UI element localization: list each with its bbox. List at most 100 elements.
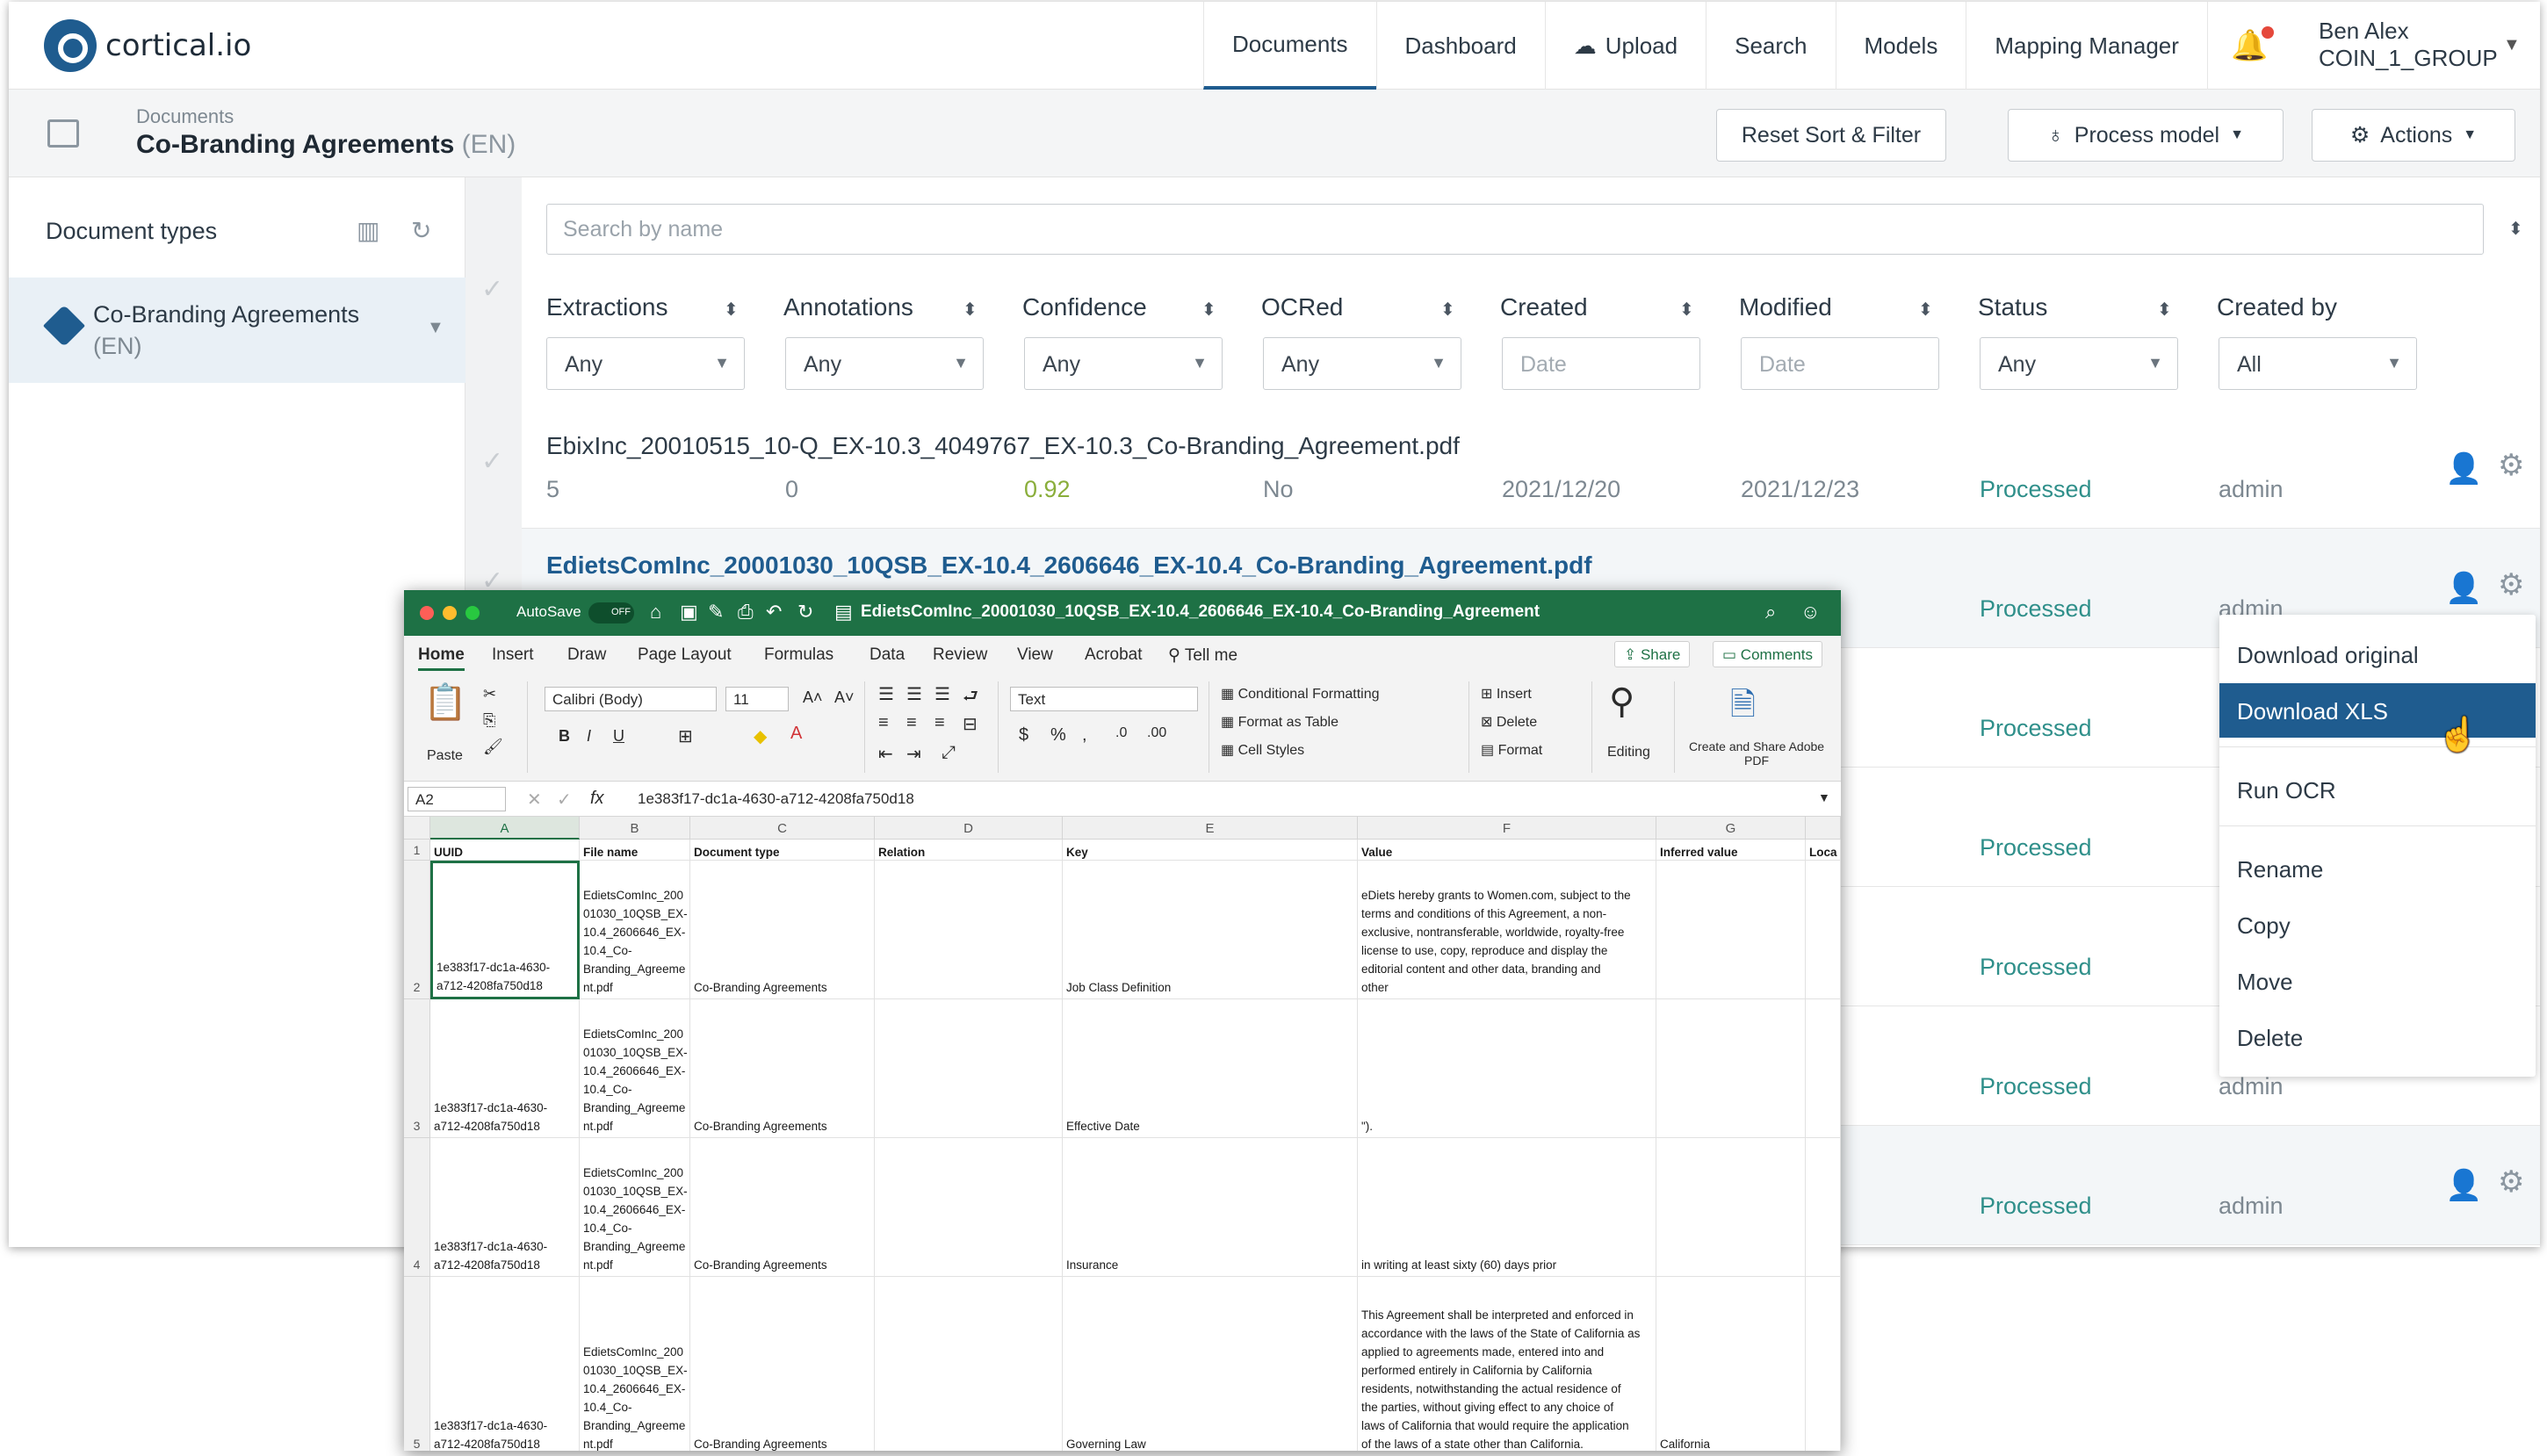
select-all-corner[interactable] bbox=[404, 817, 430, 840]
orientation-icon[interactable]: ⤢ bbox=[942, 743, 956, 763]
save-icon[interactable]: ▣ bbox=[680, 601, 698, 623]
column-modified[interactable]: Modified bbox=[1739, 293, 1832, 321]
row-header[interactable]: 1 bbox=[404, 840, 430, 861]
row-checkbox[interactable]: ✓ bbox=[481, 446, 503, 477]
select-all-checkbox[interactable]: ✓ bbox=[481, 274, 503, 305]
chevron-down-icon[interactable]: ▼ bbox=[2503, 35, 2521, 55]
sort-icon[interactable]: ⬍ bbox=[1918, 299, 1933, 321]
actions-button[interactable]: ⚙ Actions ▼ bbox=[2312, 109, 2515, 162]
filter-modified-date[interactable]: Date bbox=[1741, 337, 1939, 390]
doctype-cell[interactable]: Co-Branding Agreements bbox=[690, 1138, 875, 1277]
chevron-down-icon[interactable]: ▼ bbox=[427, 318, 444, 338]
percent-icon[interactable]: % bbox=[1050, 725, 1066, 746]
print-icon[interactable]: ⎙ bbox=[738, 601, 754, 623]
inferred-cell[interactable] bbox=[1656, 1138, 1806, 1277]
tab-page-layout[interactable]: Page Layout bbox=[638, 645, 732, 665]
row-header[interactable]: 4 bbox=[404, 1138, 430, 1277]
column-header-c[interactable]: C bbox=[690, 817, 875, 840]
confirm-icon[interactable]: ✓ bbox=[557, 789, 572, 811]
filter-created-by[interactable]: All ▼ bbox=[2219, 337, 2417, 390]
autosave-toggle[interactable]: OFF bbox=[588, 602, 634, 623]
font-family-select[interactable]: Calibri (Body) bbox=[545, 687, 717, 711]
insert-cells-button[interactable]: ⊞ Insert bbox=[1481, 685, 1532, 703]
header-cell[interactable]: Loca bbox=[1806, 840, 1841, 861]
key-cell[interactable]: Governing Law bbox=[1063, 1277, 1358, 1451]
tab-review[interactable]: Review bbox=[933, 645, 987, 665]
currency-icon[interactable]: $ bbox=[1019, 725, 1028, 746]
adobe-pdf-label[interactable]: Create and Share Adobe PDF bbox=[1686, 739, 1827, 768]
nav-mapping-manager[interactable]: Mapping Manager bbox=[1966, 2, 2207, 90]
format-as-table-button[interactable]: ▦ Format as Table bbox=[1221, 713, 1338, 731]
nav-models[interactable]: Models bbox=[1835, 2, 1966, 90]
menu-delete[interactable]: Delete bbox=[2219, 1010, 2536, 1064]
align-bottom-icon[interactable]: ☰ bbox=[934, 683, 950, 705]
value-cell[interactable]: in writing at least sixty (60) days prio… bbox=[1358, 1138, 1656, 1277]
row-header[interactable]: 3 bbox=[404, 999, 430, 1138]
key-cell[interactable]: Insurance bbox=[1063, 1138, 1358, 1277]
conditional-formatting-button[interactable]: ▦ Conditional Formatting bbox=[1221, 685, 1380, 703]
undo-icon[interactable]: ↶ bbox=[766, 601, 782, 623]
nav-search[interactable]: Search bbox=[1706, 2, 1835, 90]
file-name[interactable]: EbixInc_20010515_10-Q_EX-10.3_4049767_EX… bbox=[546, 432, 1460, 460]
sort-icon[interactable]: ⬍ bbox=[963, 299, 978, 321]
filter-ocred[interactable]: Any ▼ bbox=[1263, 337, 1461, 390]
column-header-b[interactable]: B bbox=[580, 817, 690, 840]
uuid-cell[interactable]: 1e383f17-dc1a-4630- a712-4208fa750d18 bbox=[430, 1138, 580, 1277]
inferred-cell[interactable] bbox=[1656, 861, 1806, 999]
doctype-cell[interactable]: Co-Branding Agreements bbox=[690, 999, 875, 1138]
header-cell[interactable]: Value bbox=[1358, 840, 1656, 861]
sort-icon[interactable]: ⬍ bbox=[724, 299, 739, 321]
menu-run-ocr[interactable]: Run OCR bbox=[2219, 762, 2536, 817]
uuid-cell[interactable]: 1e383f17-dc1a-4630- a712-4208fa750d18 bbox=[430, 999, 580, 1138]
tab-view[interactable]: View bbox=[1017, 645, 1053, 665]
column-header-e[interactable]: E bbox=[1063, 817, 1358, 840]
name-box[interactable]: A2 bbox=[408, 787, 506, 811]
sort-icon[interactable]: ⬍ bbox=[2157, 299, 2172, 321]
cell-styles-button[interactable]: ▦ Cell Styles bbox=[1221, 741, 1304, 759]
comments-button[interactable]: ▭ Comments bbox=[1713, 641, 1822, 667]
increase-decimal-icon[interactable]: .0 bbox=[1115, 725, 1127, 741]
font-size-select[interactable]: 11 bbox=[725, 687, 789, 711]
sort-icon[interactable]: ⬍ bbox=[1440, 299, 1455, 321]
editing-label[interactable]: Editing bbox=[1607, 745, 1650, 760]
minimize-window-icon[interactable] bbox=[443, 606, 457, 620]
number-format-select[interactable]: Text bbox=[1010, 687, 1198, 711]
person-icon[interactable]: 👤 bbox=[2445, 571, 2482, 606]
relation-cell[interactable] bbox=[875, 1277, 1063, 1451]
adobe-pdf-icon[interactable]: 🗎 bbox=[1730, 681, 1756, 735]
column-ocred[interactable]: OCRed bbox=[1261, 293, 1343, 321]
clipboard-icon[interactable]: 📋 bbox=[423, 681, 467, 723]
menu-download-original[interactable]: Download original bbox=[2219, 627, 2536, 681]
format-painter-icon[interactable]: 🖌 bbox=[483, 738, 503, 756]
gear-icon[interactable]: ⚙ bbox=[2498, 567, 2524, 602]
empty-cell[interactable] bbox=[1806, 1138, 1841, 1277]
share-button[interactable]: ⇪ Share bbox=[1614, 641, 1691, 667]
reset-sort-filter-button[interactable]: Reset Sort & Filter bbox=[1716, 109, 1946, 162]
header-cell[interactable]: Key bbox=[1063, 840, 1358, 861]
column-header-g[interactable]: G bbox=[1656, 817, 1806, 840]
filter-extractions[interactable]: Any ▼ bbox=[546, 337, 745, 390]
font-color-icon[interactable]: A bbox=[790, 724, 802, 744]
function-icon[interactable]: fx bbox=[590, 789, 604, 809]
column-created[interactable]: Created bbox=[1500, 293, 1588, 321]
formula-input[interactable]: 1e383f17-dc1a-4630-a712-4208fa750d18 bbox=[638, 790, 914, 808]
search-icon[interactable]: ⌕ bbox=[1765, 601, 1776, 623]
inferred-cell[interactable]: California bbox=[1656, 1277, 1806, 1451]
merge-icon[interactable]: ⊟ bbox=[963, 713, 978, 735]
header-cell[interactable]: UUID bbox=[430, 840, 580, 861]
key-cell[interactable]: Job Class Definition bbox=[1063, 861, 1358, 999]
filename-cell[interactable]: EdietsComInc_200 01030_10QSB_EX- 10.4_26… bbox=[580, 861, 690, 999]
notifications-button[interactable]: 🔔 bbox=[2206, 2, 2291, 90]
paste-label[interactable]: Paste bbox=[427, 748, 463, 764]
tab-acrobat[interactable]: Acrobat bbox=[1085, 645, 1142, 665]
wrap-text-icon[interactable]: ⮐ bbox=[963, 683, 978, 713]
header-cell[interactable]: Document type bbox=[690, 840, 875, 861]
inferred-cell[interactable] bbox=[1656, 999, 1806, 1138]
empty-cell[interactable] bbox=[1806, 999, 1841, 1138]
column-status[interactable]: Status bbox=[1978, 293, 2047, 321]
decrease-decimal-icon[interactable]: .00 bbox=[1147, 725, 1166, 741]
user-menu[interactable]: Ben Alex COIN_1_GROUP bbox=[2319, 18, 2498, 72]
doctype-cell[interactable]: Co-Branding Agreements bbox=[690, 1277, 875, 1451]
filename-cell[interactable]: EdietsComInc_200 01030_10QSB_EX- 10.4_26… bbox=[580, 1138, 690, 1277]
increase-font-icon[interactable]: A˄ bbox=[803, 688, 823, 707]
